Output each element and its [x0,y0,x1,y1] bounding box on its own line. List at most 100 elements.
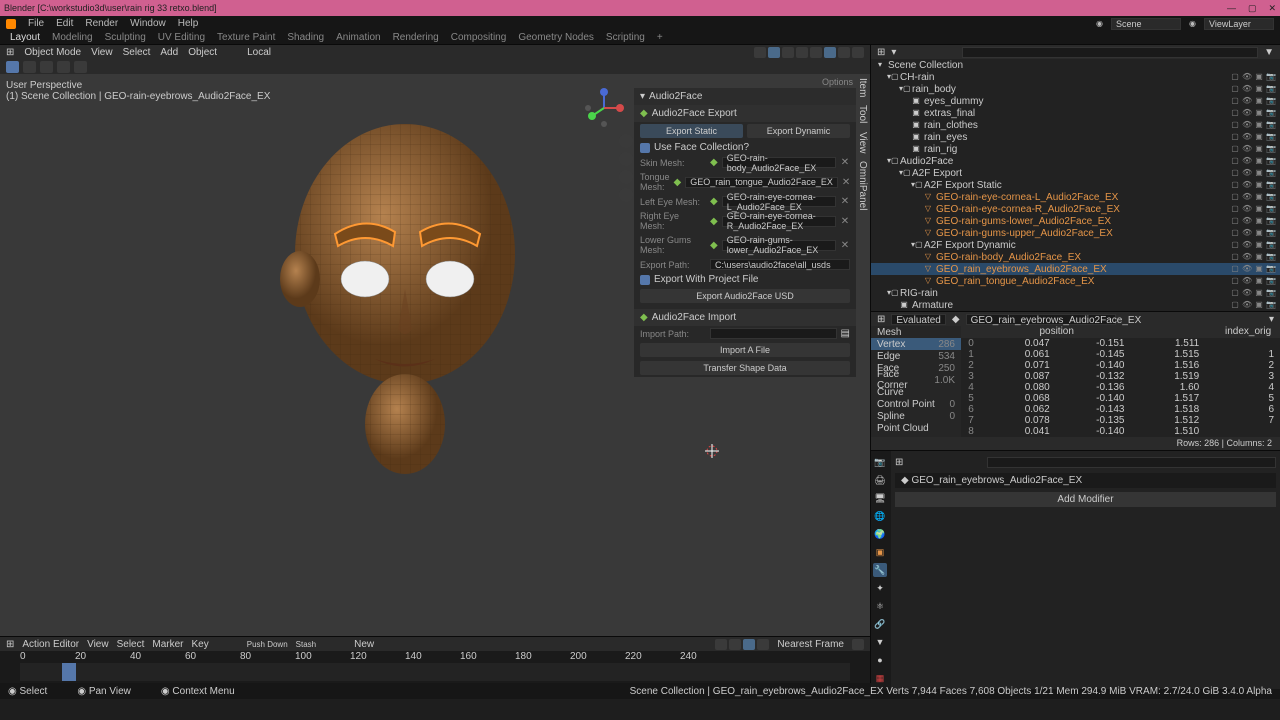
tree-row[interactable]: ▣eyes_dummy▢👁▣📷 [871,95,1280,107]
menu-edit[interactable]: Edit [56,18,73,29]
hide-icon[interactable]: 👁 [1242,204,1252,214]
menu-file[interactable]: File [28,18,44,29]
orientation[interactable]: Local [247,47,271,58]
data-row[interactable]: 60.062-0.1431.5186 [961,404,1280,415]
clear-icon[interactable]: ✕ [842,177,850,188]
clear-icon[interactable]: ✕ [840,157,850,168]
tree-row[interactable]: ▾▢A2F Export Dynamic▢👁▣📷 [871,239,1280,251]
exclude-icon[interactable]: ▢ [1230,132,1240,142]
menu-window[interactable]: Window [130,18,166,29]
blender-logo-icon[interactable] [6,19,16,29]
tab-compositing[interactable]: Compositing [451,32,507,43]
render-icon[interactable]: 📷 [1266,108,1276,118]
hide-icon[interactable]: 👁 [1242,252,1252,262]
disable-icon[interactable]: ▣ [1254,276,1264,286]
disable-icon[interactable]: ▣ [1254,240,1264,250]
data-row[interactable]: 20.071-0.1401.5162 [961,360,1280,371]
data-row[interactable]: 70.078-0.1351.5127 [961,415,1280,426]
hide-icon[interactable]: 👁 [1242,228,1252,238]
prop-tab-render[interactable]: 📷 [873,455,887,469]
tab-uv[interactable]: UV Editing [158,32,205,43]
hide-icon[interactable]: 👁 [1242,96,1252,106]
tree-row[interactable]: ▾▢A2F Export Static▢👁▣📷 [871,179,1280,191]
tab-layout[interactable]: Layout [10,32,40,43]
render-icon[interactable]: 📷 [1266,156,1276,166]
tl-key[interactable]: Key [192,639,209,650]
exclude-icon[interactable]: ▢ [1230,300,1240,310]
exclude-icon[interactable]: ▢ [1230,144,1240,154]
data-row[interactable]: 50.068-0.1401.5175 [961,393,1280,404]
render-icon[interactable]: 📷 [1266,216,1276,226]
render-icon[interactable]: 📷 [1266,240,1276,250]
gizmo-toggle[interactable] [768,47,780,58]
shade-wire[interactable] [810,47,822,58]
tree-row[interactable]: ▽GEO-rain-gums-lower_Audio2Face_EX▢👁▣📷 [871,215,1280,227]
sidebar-tab-tool[interactable]: Tool [856,101,870,127]
prop-tab-view[interactable]: 🖥 [873,491,887,505]
disable-icon[interactable]: ▣ [1254,144,1264,154]
hide-icon[interactable]: 👁 [1242,168,1252,178]
exclude-icon[interactable]: ▢ [1230,252,1240,262]
shade-preview[interactable] [838,47,850,58]
mesh-field[interactable]: GEO-rain-gums-lower_Audio2Face_EX [722,240,836,251]
disable-icon[interactable]: ▣ [1254,204,1264,214]
disable-icon[interactable]: ▣ [1254,300,1264,310]
shade-render[interactable] [852,47,864,58]
export-dynamic-button[interactable]: Export Dynamic [747,124,850,138]
prop-tab-constraint[interactable]: 🔗 [873,617,887,631]
render-icon[interactable]: 📷 [1266,132,1276,142]
editor-type-icon[interactable]: ⊞ [6,47,14,58]
tl-marker[interactable]: Marker [152,639,183,650]
data-row[interactable]: 00.047-0.1511.511 [961,338,1280,349]
nav-gizmo-icon[interactable] [584,88,624,128]
editor-type-icon[interactable]: ⊞ [6,639,14,650]
timeline-track[interactable] [20,663,850,681]
prop-tab-modifier[interactable]: 🔧 [873,563,887,577]
mesh-field[interactable]: GEO-rain-eye-cornea-R_Audio2Face_EX [722,216,836,227]
camera-icon[interactable] [619,170,633,184]
exclude-icon[interactable]: ▢ [1230,168,1240,178]
render-icon[interactable]: 📷 [1266,204,1276,214]
render-icon[interactable]: 📷 [1266,228,1276,238]
hide-icon[interactable]: 👁 [1242,108,1252,118]
tree-root[interactable]: ▾Scene Collection [871,59,1280,71]
maximize-icon[interactable]: ▢ [1248,3,1257,14]
mode-select[interactable]: Object Mode [24,47,81,58]
sidebar-tab-view[interactable]: View [856,128,870,158]
exclude-icon[interactable]: ▢ [1230,72,1240,82]
prop-tab-data[interactable]: ▼ [873,635,887,649]
tab-geonodes[interactable]: Geometry Nodes [518,32,594,43]
playhead[interactable] [62,663,76,681]
disable-icon[interactable]: ▣ [1254,264,1264,274]
export-usd-button[interactable]: Export Audio2Face USD [640,289,850,303]
tree-row[interactable]: ▣rain_rig▢👁▣📷 [871,143,1280,155]
tree-row[interactable]: ▽GEO_rain_eyebrows_Audio2Face_EX▢👁▣📷 [871,263,1280,275]
tool-move[interactable] [40,61,53,73]
exclude-icon[interactable]: ▢ [1230,204,1240,214]
import-path-field[interactable] [710,328,837,339]
ss-object[interactable]: GEO_rain_eyebrows_Audio2Face_EX [966,314,1116,325]
tool-select[interactable] [6,61,19,73]
select-toggle[interactable] [754,47,766,58]
close-icon[interactable]: ✕ [1268,3,1276,14]
exclude-icon[interactable]: ▢ [1230,288,1240,298]
exclude-icon[interactable]: ▢ [1230,84,1240,94]
vp-menu-object[interactable]: Object [188,47,217,58]
hide-icon[interactable]: 👁 [1242,240,1252,250]
hide-icon[interactable]: 👁 [1242,192,1252,202]
vp-menu-view[interactable]: View [91,47,113,58]
tab-shading[interactable]: Shading [287,32,324,43]
disable-icon[interactable]: ▣ [1254,96,1264,106]
new-action[interactable]: New [354,639,374,650]
timeline-ruler[interactable]: 020406080100120140160180200220240 [0,651,870,663]
render-icon[interactable]: 📷 [1266,120,1276,130]
tab-animation[interactable]: Animation [336,32,380,43]
tree-row[interactable]: ▣rain_clothes▢👁▣📷 [871,119,1280,131]
display-mode-icon[interactable]: ▾ [891,47,896,58]
render-icon[interactable]: 📷 [1266,84,1276,94]
render-icon[interactable]: 📷 [1266,168,1276,178]
tree-row[interactable]: ▣extras_final▢👁▣📷 [871,107,1280,119]
disable-icon[interactable]: ▣ [1254,84,1264,94]
tree-row[interactable]: ▾▢RIG-rain▢👁▣📷 [871,287,1280,299]
editor-type-icon[interactable]: ⊞ [877,47,885,58]
